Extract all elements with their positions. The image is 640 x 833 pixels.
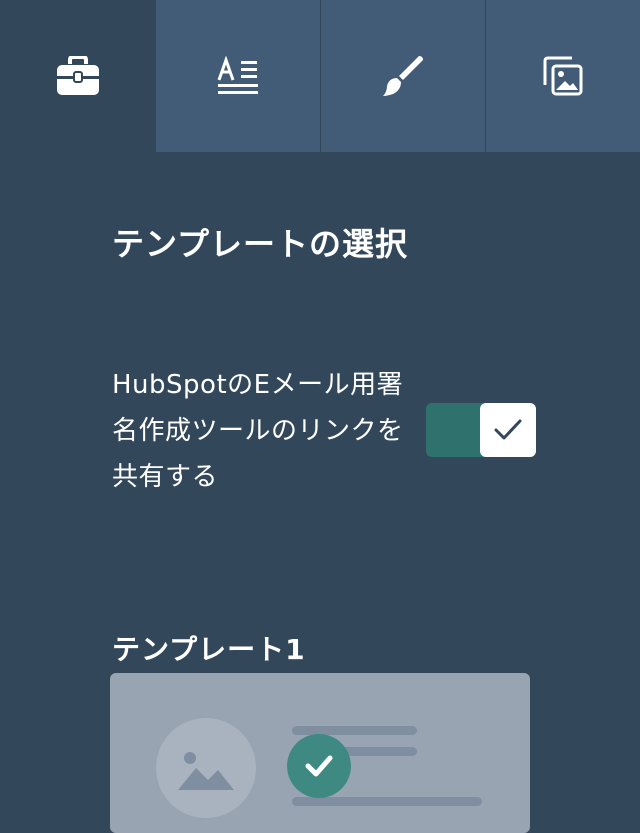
share-link-toggle[interactable] bbox=[426, 403, 536, 457]
page-title: テンプレートの選択 bbox=[112, 225, 409, 263]
text-format-icon bbox=[217, 56, 258, 94]
tab-style[interactable] bbox=[320, 0, 485, 152]
checkmark-icon bbox=[305, 755, 333, 777]
template-1-card[interactable] bbox=[110, 673, 530, 833]
editor-tab-bar bbox=[0, 0, 640, 152]
tab-text[interactable] bbox=[155, 0, 320, 152]
text-placeholder-line bbox=[292, 726, 417, 735]
paintbrush-icon bbox=[383, 56, 423, 96]
toolbox-icon bbox=[56, 56, 99, 95]
text-placeholder-line bbox=[292, 797, 482, 806]
checkmark-icon bbox=[494, 419, 522, 440]
toggle-knob bbox=[480, 403, 536, 457]
image-placeholder bbox=[156, 718, 256, 818]
share-link-toggle-label: HubSpotのEメール用署名作成ツールのリンクを共有する bbox=[112, 370, 404, 492]
tab-template[interactable] bbox=[0, 0, 155, 152]
image-placeholder-icon bbox=[178, 752, 234, 790]
tab-images[interactable] bbox=[485, 0, 640, 152]
template-1-heading: テンプレート1 bbox=[112, 633, 306, 666]
selected-check-badge bbox=[287, 734, 351, 798]
image-gallery-icon bbox=[543, 56, 583, 96]
